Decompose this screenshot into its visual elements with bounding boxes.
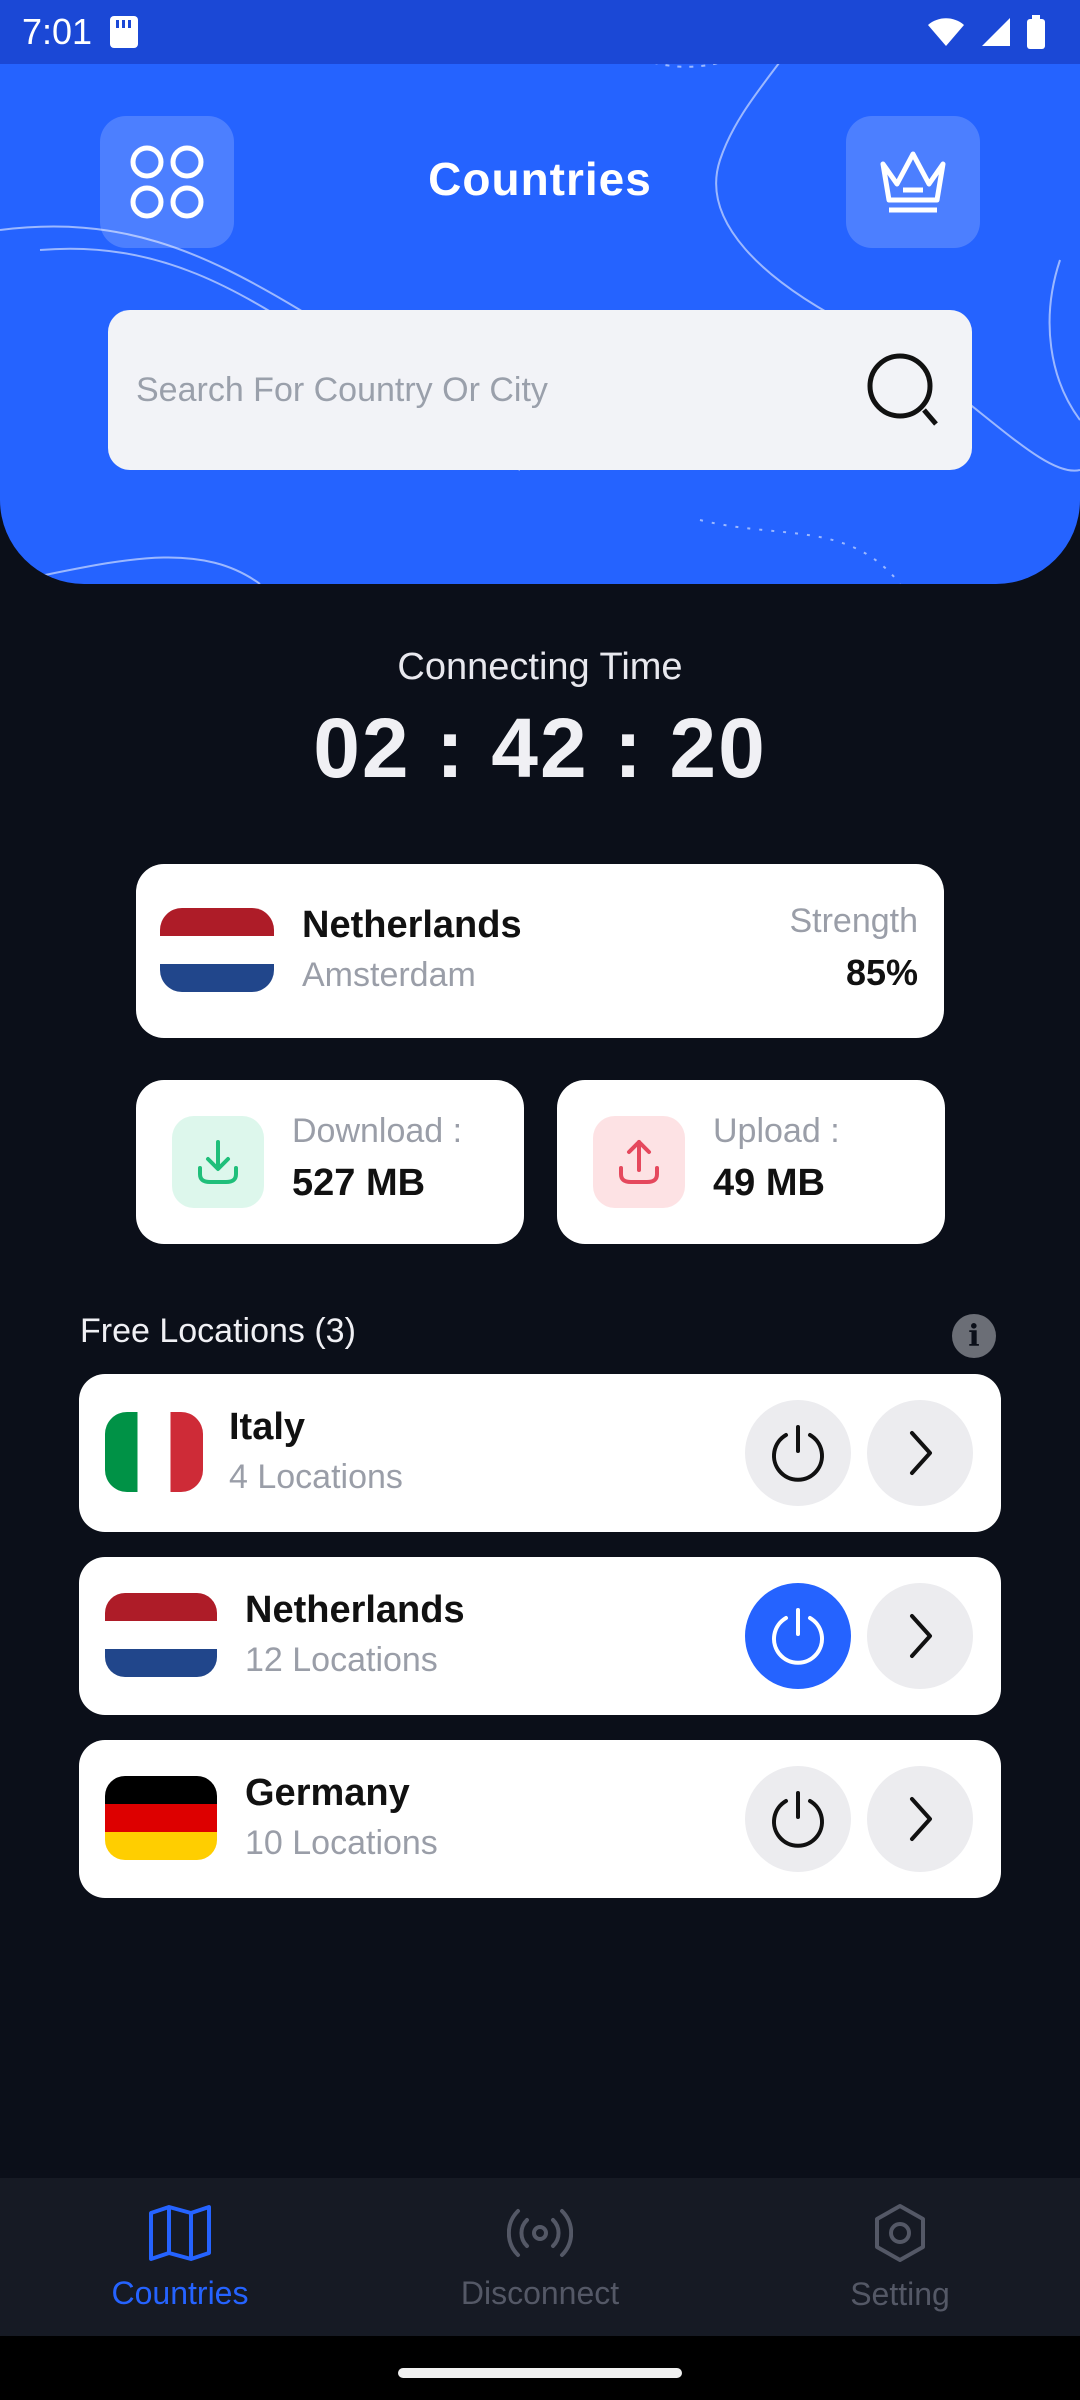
search-input[interactable] xyxy=(136,370,864,410)
chevron-right-icon xyxy=(910,1614,932,1658)
power-icon xyxy=(772,1425,824,1482)
expand-button-italy[interactable] xyxy=(867,1400,973,1506)
upload-value: 49 MB xyxy=(713,1162,825,1204)
free-locations-title: Free Locations (3) xyxy=(80,1312,356,1350)
expand-button-netherlands[interactable] xyxy=(867,1583,973,1689)
nav-countries[interactable]: Countries xyxy=(0,2178,360,2336)
nav-label-setting: Setting xyxy=(850,2275,950,2312)
location-name: Italy xyxy=(229,1406,306,1448)
germany-flag xyxy=(105,1776,217,1860)
netherlands-flag xyxy=(160,908,274,992)
nav-label-disconnect: Disconnect xyxy=(460,2274,620,2311)
topographic-pattern xyxy=(0,0,1080,584)
cell-signal-icon xyxy=(982,18,1010,46)
location-count: 4 Locations xyxy=(229,1458,403,1496)
expand-button-germany[interactable] xyxy=(867,1766,973,1872)
bottom-nav: Countries Disconnect Setting xyxy=(0,2178,1080,2336)
connect-button-germany[interactable] xyxy=(745,1766,851,1872)
download-label: Download : xyxy=(292,1112,463,1150)
nav-disconnect[interactable]: Disconnect xyxy=(360,2178,720,2336)
connecting-timer: 02 : 42 : 20 xyxy=(313,701,767,795)
connect-button-netherlands[interactable] xyxy=(745,1583,851,1689)
connecting-time-label: Connecting Time xyxy=(397,646,683,688)
location-name: Netherlands xyxy=(245,1589,465,1631)
hexagon-gear-icon xyxy=(875,2203,925,2262)
info-icon[interactable]: i xyxy=(952,1314,996,1358)
map-icon xyxy=(149,2204,211,2261)
italy-flag xyxy=(105,1412,203,1492)
nav-label-countries: Countries xyxy=(111,2274,249,2311)
broadcast-icon xyxy=(507,2208,573,2257)
upload-label: Upload : xyxy=(713,1112,840,1150)
download-icon xyxy=(172,1116,264,1208)
upload-icon xyxy=(593,1116,685,1208)
home-indicator[interactable] xyxy=(398,2368,682,2378)
location-row-italy[interactable]: Italy 4 Locations xyxy=(79,1374,1001,1532)
server-country: Netherlands xyxy=(302,904,522,946)
status-time: 7:01 xyxy=(22,11,93,52)
crown-icon xyxy=(880,151,946,213)
strength-value: 85% xyxy=(845,952,918,993)
status-bar: 7:01 xyxy=(0,0,1080,64)
netherlands-flag xyxy=(105,1593,217,1677)
power-icon xyxy=(772,1791,824,1848)
sd-card-icon xyxy=(110,16,139,48)
wifi-icon xyxy=(928,18,964,46)
strength-label: Strength xyxy=(789,902,918,940)
nav-setting[interactable]: Setting xyxy=(720,2178,1080,2336)
chevron-right-icon xyxy=(910,1797,932,1841)
search-icon[interactable] xyxy=(864,350,944,430)
location-count: 12 Locations xyxy=(245,1641,438,1679)
location-name: Germany xyxy=(245,1772,410,1814)
upload-card: Upload : 49 MB xyxy=(557,1080,945,1244)
download-value: 527 MB xyxy=(292,1162,426,1204)
location-count: 10 Locations xyxy=(245,1824,438,1862)
header xyxy=(0,0,1080,584)
chevron-right-icon xyxy=(910,1431,932,1475)
server-city: Amsterdam xyxy=(302,956,476,994)
connect-button-italy[interactable] xyxy=(745,1400,851,1506)
location-row-netherlands[interactable]: Netherlands 12 Locations xyxy=(79,1557,1001,1715)
current-server-card: Netherlands Amsterdam Strength 85% xyxy=(136,864,944,1038)
location-row-germany[interactable]: Germany 10 Locations xyxy=(79,1740,1001,1898)
premium-button[interactable] xyxy=(846,116,980,248)
power-icon xyxy=(772,1608,824,1665)
battery-icon xyxy=(1027,15,1045,49)
download-card: Download : 527 MB xyxy=(136,1080,524,1244)
search-bar xyxy=(108,310,972,470)
